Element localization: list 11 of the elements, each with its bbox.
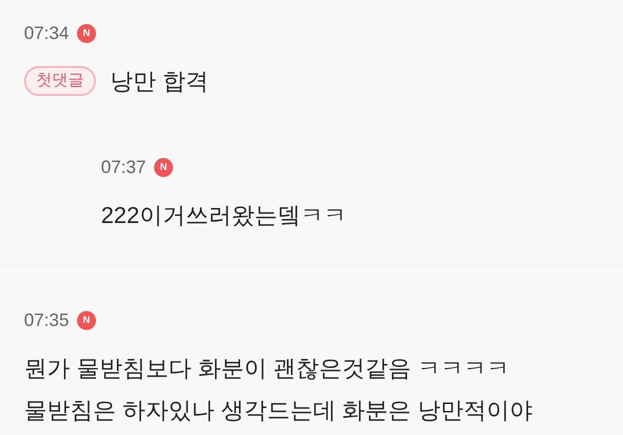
- comment-text: 물받침은 하자있나 생각드는데 화분은 낭만적이야: [24, 396, 533, 425]
- new-badge: N: [77, 24, 96, 42]
- first-comment-tag: 첫댓글: [24, 66, 96, 96]
- comment-text: 222이거쓰러왔는뎈ㅋㅋ: [101, 201, 346, 230]
- new-badge: N: [154, 158, 174, 176]
- comment-text: 낭만 합격: [110, 67, 208, 96]
- comment-time: 07:34: [24, 22, 70, 44]
- comment-text: 뭔가 물받침보다 화분이 괜찮은것같음 ㅋㅋㅋㅋ: [24, 354, 511, 383]
- new-badge: N: [77, 310, 96, 330]
- comment-time: 07:37: [101, 156, 146, 178]
- comment-time: 07:35: [24, 310, 70, 330]
